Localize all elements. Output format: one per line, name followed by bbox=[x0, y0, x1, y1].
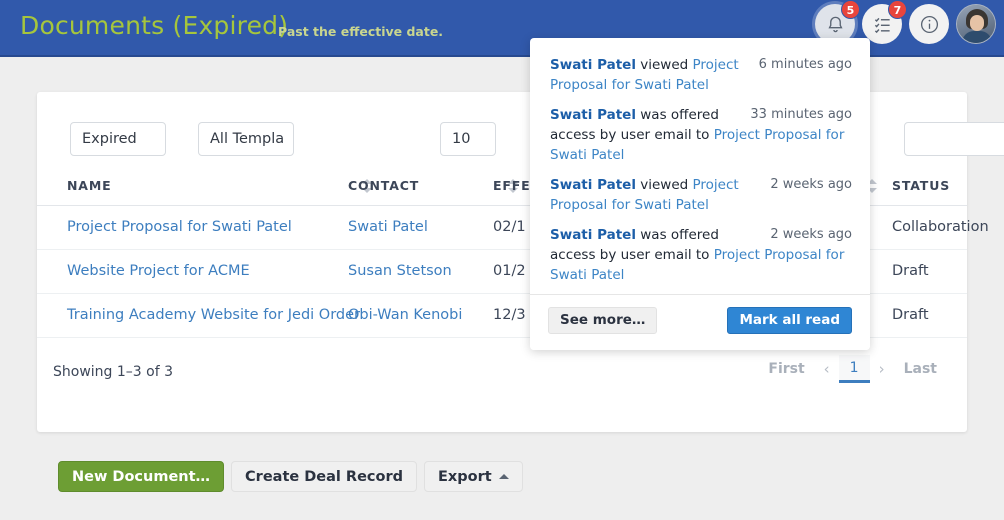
cell-document-name[interactable]: Project Proposal for Swati Patel bbox=[67, 219, 292, 235]
info-icon bbox=[920, 15, 938, 33]
new-document-button[interactable]: New Document… bbox=[58, 461, 225, 492]
notification-verb: viewed bbox=[635, 57, 693, 73]
notification-item[interactable]: 2 weeks ago Swati Patel viewed Project P… bbox=[550, 170, 852, 220]
cell-status: Draft bbox=[892, 307, 929, 323]
action-button-bar: New Document… Create Deal Record Export bbox=[58, 461, 523, 492]
pagination-next[interactable]: › bbox=[872, 355, 892, 383]
cell-status: Collaboration bbox=[892, 219, 989, 235]
showing-count: Showing 1–3 of 3 bbox=[53, 364, 173, 380]
notifications-bell-icon bbox=[827, 16, 843, 32]
notification-actor[interactable]: Swati Patel bbox=[550, 57, 636, 73]
create-deal-record-button[interactable]: Create Deal Record bbox=[231, 461, 418, 492]
info-button[interactable] bbox=[909, 4, 949, 44]
mark-all-read-button[interactable]: Mark all read bbox=[727, 307, 852, 334]
cell-document-name[interactable]: Training Academy Website for Jedi Order bbox=[67, 307, 360, 323]
column-header-effective[interactable]: EFFE bbox=[493, 178, 531, 193]
user-avatar[interactable] bbox=[956, 4, 996, 44]
export-button[interactable]: Export bbox=[424, 461, 523, 492]
export-button-label: Export bbox=[438, 468, 492, 485]
status-filter-select[interactable]: Expired bbox=[70, 122, 166, 156]
avatar-face bbox=[970, 15, 984, 31]
notification-time: 33 minutes ago bbox=[750, 107, 852, 122]
notification-actor[interactable]: Swati Patel bbox=[550, 107, 636, 123]
page-size-select[interactable]: 10 bbox=[440, 122, 496, 156]
pagination-last[interactable]: Last bbox=[894, 356, 947, 382]
cell-contact[interactable]: Susan Stetson bbox=[348, 263, 452, 279]
app-root: Documents (Expired) Past the effective d… bbox=[0, 0, 1004, 520]
notification-time: 2 weeks ago bbox=[770, 177, 852, 192]
notification-verb: viewed bbox=[635, 177, 693, 193]
caret-up-icon bbox=[498, 474, 509, 479]
tasks-list-icon bbox=[874, 17, 890, 33]
cell-effective-date: 02/1 bbox=[493, 219, 526, 235]
template-filter-select[interactable]: All Templa bbox=[198, 122, 294, 156]
page-title: Documents (Expired) bbox=[20, 11, 289, 40]
search-input[interactable] bbox=[904, 122, 1004, 156]
cell-status: Draft bbox=[892, 263, 929, 279]
notification-time: 6 minutes ago bbox=[758, 57, 852, 72]
column-header-status[interactable]: STATUS bbox=[892, 178, 950, 193]
cell-effective-date: 12/3 bbox=[493, 307, 526, 323]
tasks-badge: 7 bbox=[888, 0, 907, 19]
notification-time: 2 weeks ago bbox=[770, 227, 852, 242]
column-header-contact[interactable]: CONTACT bbox=[348, 178, 419, 193]
cell-document-name[interactable]: Website Project for ACME bbox=[67, 263, 250, 279]
notification-item[interactable]: 33 minutes ago Swati Patel was offered a… bbox=[550, 100, 852, 170]
avatar-body bbox=[962, 31, 992, 43]
notifications-popup: 6 minutes ago Swati Patel viewed Project… bbox=[530, 38, 870, 353]
notifications-footer: See more… Mark all read bbox=[530, 294, 870, 350]
cell-effective-date: 01/2 bbox=[493, 263, 526, 279]
see-more-button[interactable]: See more… bbox=[548, 307, 658, 334]
notification-item[interactable]: 2 weeks ago Swati Patel was offered acce… bbox=[550, 220, 852, 290]
notification-actor[interactable]: Swati Patel bbox=[550, 177, 636, 193]
column-header-name[interactable]: NAME bbox=[67, 178, 112, 193]
notifications-badge: 5 bbox=[841, 0, 860, 19]
page-subtitle: Past the effective date. bbox=[278, 24, 444, 39]
notification-item[interactable]: 6 minutes ago Swati Patel viewed Project… bbox=[550, 50, 852, 100]
notification-actor[interactable]: Swati Patel bbox=[550, 227, 636, 243]
cell-contact[interactable]: Obi-Wan Kenobi bbox=[348, 307, 462, 323]
cell-contact[interactable]: Swati Patel bbox=[348, 219, 428, 235]
